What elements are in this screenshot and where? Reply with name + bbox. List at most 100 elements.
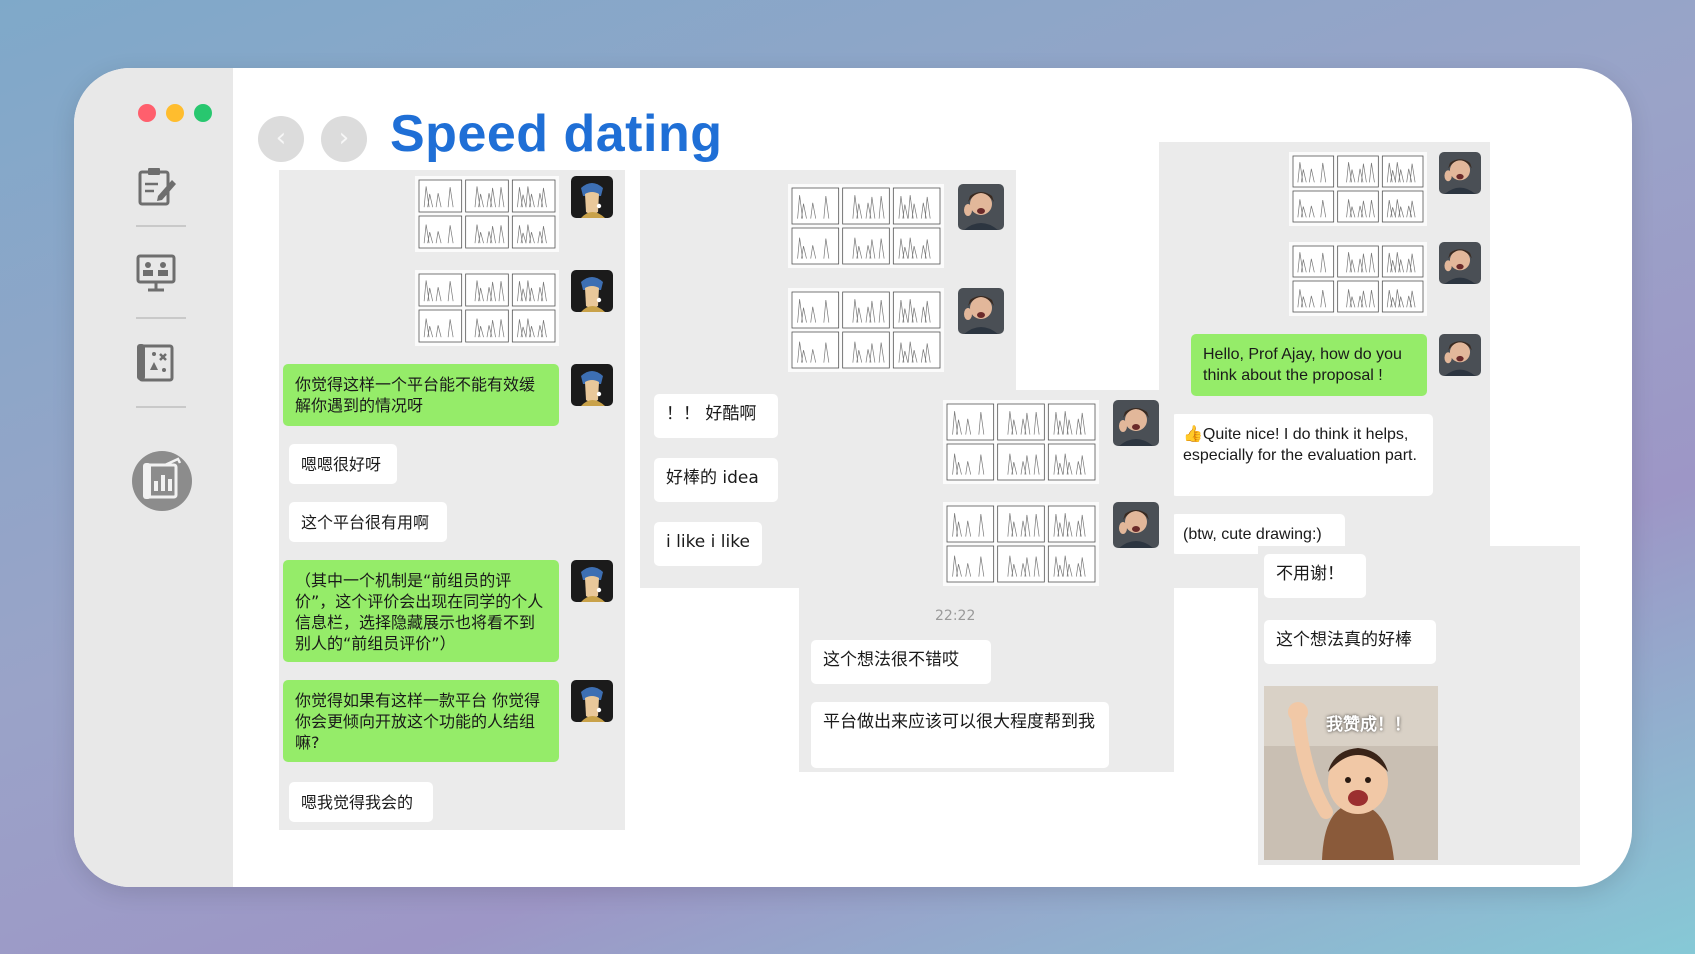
storyboard-frame (1381, 190, 1424, 223)
storyboard-frame (842, 227, 890, 265)
dashboard-chart-icon (143, 457, 182, 499)
storyboard-frame (997, 545, 1045, 583)
chat-screenshot-5: 不用谢！ 这个想法真的好棒 我赞成！！ (1258, 546, 1580, 865)
notes-icon[interactable] (134, 164, 178, 208)
storyboard-frame (842, 187, 890, 225)
back-button[interactable]: ‹ (258, 116, 304, 162)
avatar (1439, 152, 1481, 194)
storyboard-frame (1381, 280, 1424, 313)
avatar (958, 184, 1004, 230)
storyboard-frame (1047, 403, 1096, 441)
storyboard-image (1289, 242, 1427, 316)
storyboard-frame (465, 215, 509, 249)
message-bubble-outgoing[interactable]: Hello, Prof Ajay, how do you think about… (1191, 334, 1427, 396)
storyboard-frame (892, 331, 941, 369)
storyboard-frame (1292, 280, 1335, 313)
sidebar (74, 68, 233, 887)
storyboard-frame (1337, 280, 1379, 313)
blueprint-map-icon[interactable] (134, 340, 178, 384)
forward-button[interactable]: › (321, 116, 367, 162)
storyboard-frame (946, 505, 995, 543)
sticker-caption: 我赞成！！ (1326, 715, 1411, 735)
avatar (571, 560, 613, 602)
message-bubble-incoming[interactable]: i like i like (654, 522, 762, 566)
storyboard-frame (892, 291, 941, 329)
storyboard-frame (511, 309, 556, 343)
avatar (1439, 334, 1481, 376)
avatar (958, 288, 1004, 334)
app-window: ‹ › Speed dating 你觉得这样一个平台能不能有效缓解你遇到的情况呀… (74, 68, 1632, 887)
storyboard-image (943, 502, 1099, 586)
sticker-image[interactable]: 我赞成！！ (1264, 686, 1438, 860)
storyboard-frame (997, 403, 1045, 441)
storyboard-frame (946, 545, 995, 583)
storyboard-frame (418, 179, 463, 213)
message-bubble-outgoing[interactable]: 你觉得如果有这样一款平台 你觉得你会更倾向开放这个功能的人结组嘛? (283, 680, 559, 762)
avatar (1113, 400, 1159, 446)
storyboard-frame (511, 215, 556, 249)
message-bubble-incoming[interactable]: 好棒的 idea (654, 458, 778, 502)
chat-screenshot-3: 22:22 这个想法很不错哎 平台做出来应该可以很大程度帮到我 (799, 390, 1174, 772)
message-bubble-incoming[interactable]: 嗯我觉得我会的 (289, 782, 433, 822)
sidebar-divider (136, 225, 186, 227)
message-bubble-incoming[interactable]: 这个想法真的好棒 (1264, 620, 1436, 664)
message-bubble-incoming[interactable]: 嗯嗯很好呀 (289, 444, 397, 484)
chat-screenshot-1: 你觉得这样一个平台能不能有效缓解你遇到的情况呀 嗯嗯很好呀 这个平台很有用啊 （… (279, 170, 625, 830)
storyboard-frame (1337, 155, 1379, 188)
storyboard-frame (791, 187, 840, 225)
avatar (1113, 502, 1159, 548)
storyboard-frame (465, 309, 509, 343)
sidebar-divider (136, 406, 186, 408)
message-bubble-incoming[interactable]: 不用谢！ (1264, 554, 1366, 598)
message-timestamp: 22:22 (935, 608, 976, 624)
close-window-button[interactable] (138, 104, 156, 122)
storyboard-frame (946, 443, 995, 481)
chat-screenshot-4: Hello, Prof Ajay, how do you think about… (1159, 142, 1490, 588)
storyboard-frame (842, 331, 890, 369)
storyboard-frame (1292, 155, 1335, 188)
storyboard-frame (1292, 190, 1335, 223)
message-bubble-incoming[interactable]: 👍Quite nice! I do think it helps, especi… (1171, 414, 1433, 496)
maximize-window-button[interactable] (194, 104, 212, 122)
avatar (571, 270, 613, 312)
storyboard-frame (791, 291, 840, 329)
storyboard-image (788, 288, 944, 372)
storyboard-frame (997, 505, 1045, 543)
storyboard-frame (465, 179, 509, 213)
storyboard-frame (1047, 443, 1096, 481)
message-bubble-outgoing[interactable]: 你觉得这样一个平台能不能有效缓解你遇到的情况呀 (283, 364, 559, 426)
storyboard-frame (1381, 245, 1424, 278)
storyboard-image (788, 184, 944, 268)
storyboard-image (1289, 152, 1427, 226)
storyboard-frame (511, 273, 556, 307)
sidebar-divider (136, 317, 186, 319)
avatar (571, 176, 613, 218)
storyboard-frame (1381, 155, 1424, 188)
message-bubble-incoming[interactable]: 平台做出来应该可以很大程度帮到我 (811, 702, 1109, 768)
storyboard-frame (418, 215, 463, 249)
message-bubble-incoming[interactable]: 这个平台很有用啊 (289, 502, 447, 542)
chevron-left-icon: ‹ (275, 123, 287, 153)
storyboard-frame (842, 291, 890, 329)
storyboard-image (415, 176, 559, 252)
minimize-window-button[interactable] (166, 104, 184, 122)
storyboard-frame (1047, 545, 1096, 583)
storyboard-frame (1047, 505, 1096, 543)
storyboard-frame (1337, 190, 1379, 223)
storyboard-frame (892, 187, 941, 225)
sidebar-item-active[interactable] (132, 451, 192, 511)
message-bubble-outgoing[interactable]: （其中一个机制是“前组员的评价”，这个评价会出现在同学的个人信息栏，选择隐藏展示… (283, 560, 559, 662)
chevron-right-icon: › (338, 123, 350, 153)
page-title: Speed dating (390, 105, 723, 163)
storyboard-image (943, 400, 1099, 484)
storyboard-frame (511, 179, 556, 213)
storyboard-frame (465, 273, 509, 307)
storyboard-frame (418, 309, 463, 343)
presentation-icon[interactable] (134, 250, 178, 294)
message-bubble-incoming[interactable]: 这个想法很不错哎 (811, 640, 991, 684)
message-bubble-incoming[interactable]: ！！ 好酷啊 (654, 394, 778, 438)
storyboard-image (415, 270, 559, 346)
storyboard-frame (791, 331, 840, 369)
storyboard-frame (1292, 245, 1335, 278)
avatar (571, 364, 613, 406)
